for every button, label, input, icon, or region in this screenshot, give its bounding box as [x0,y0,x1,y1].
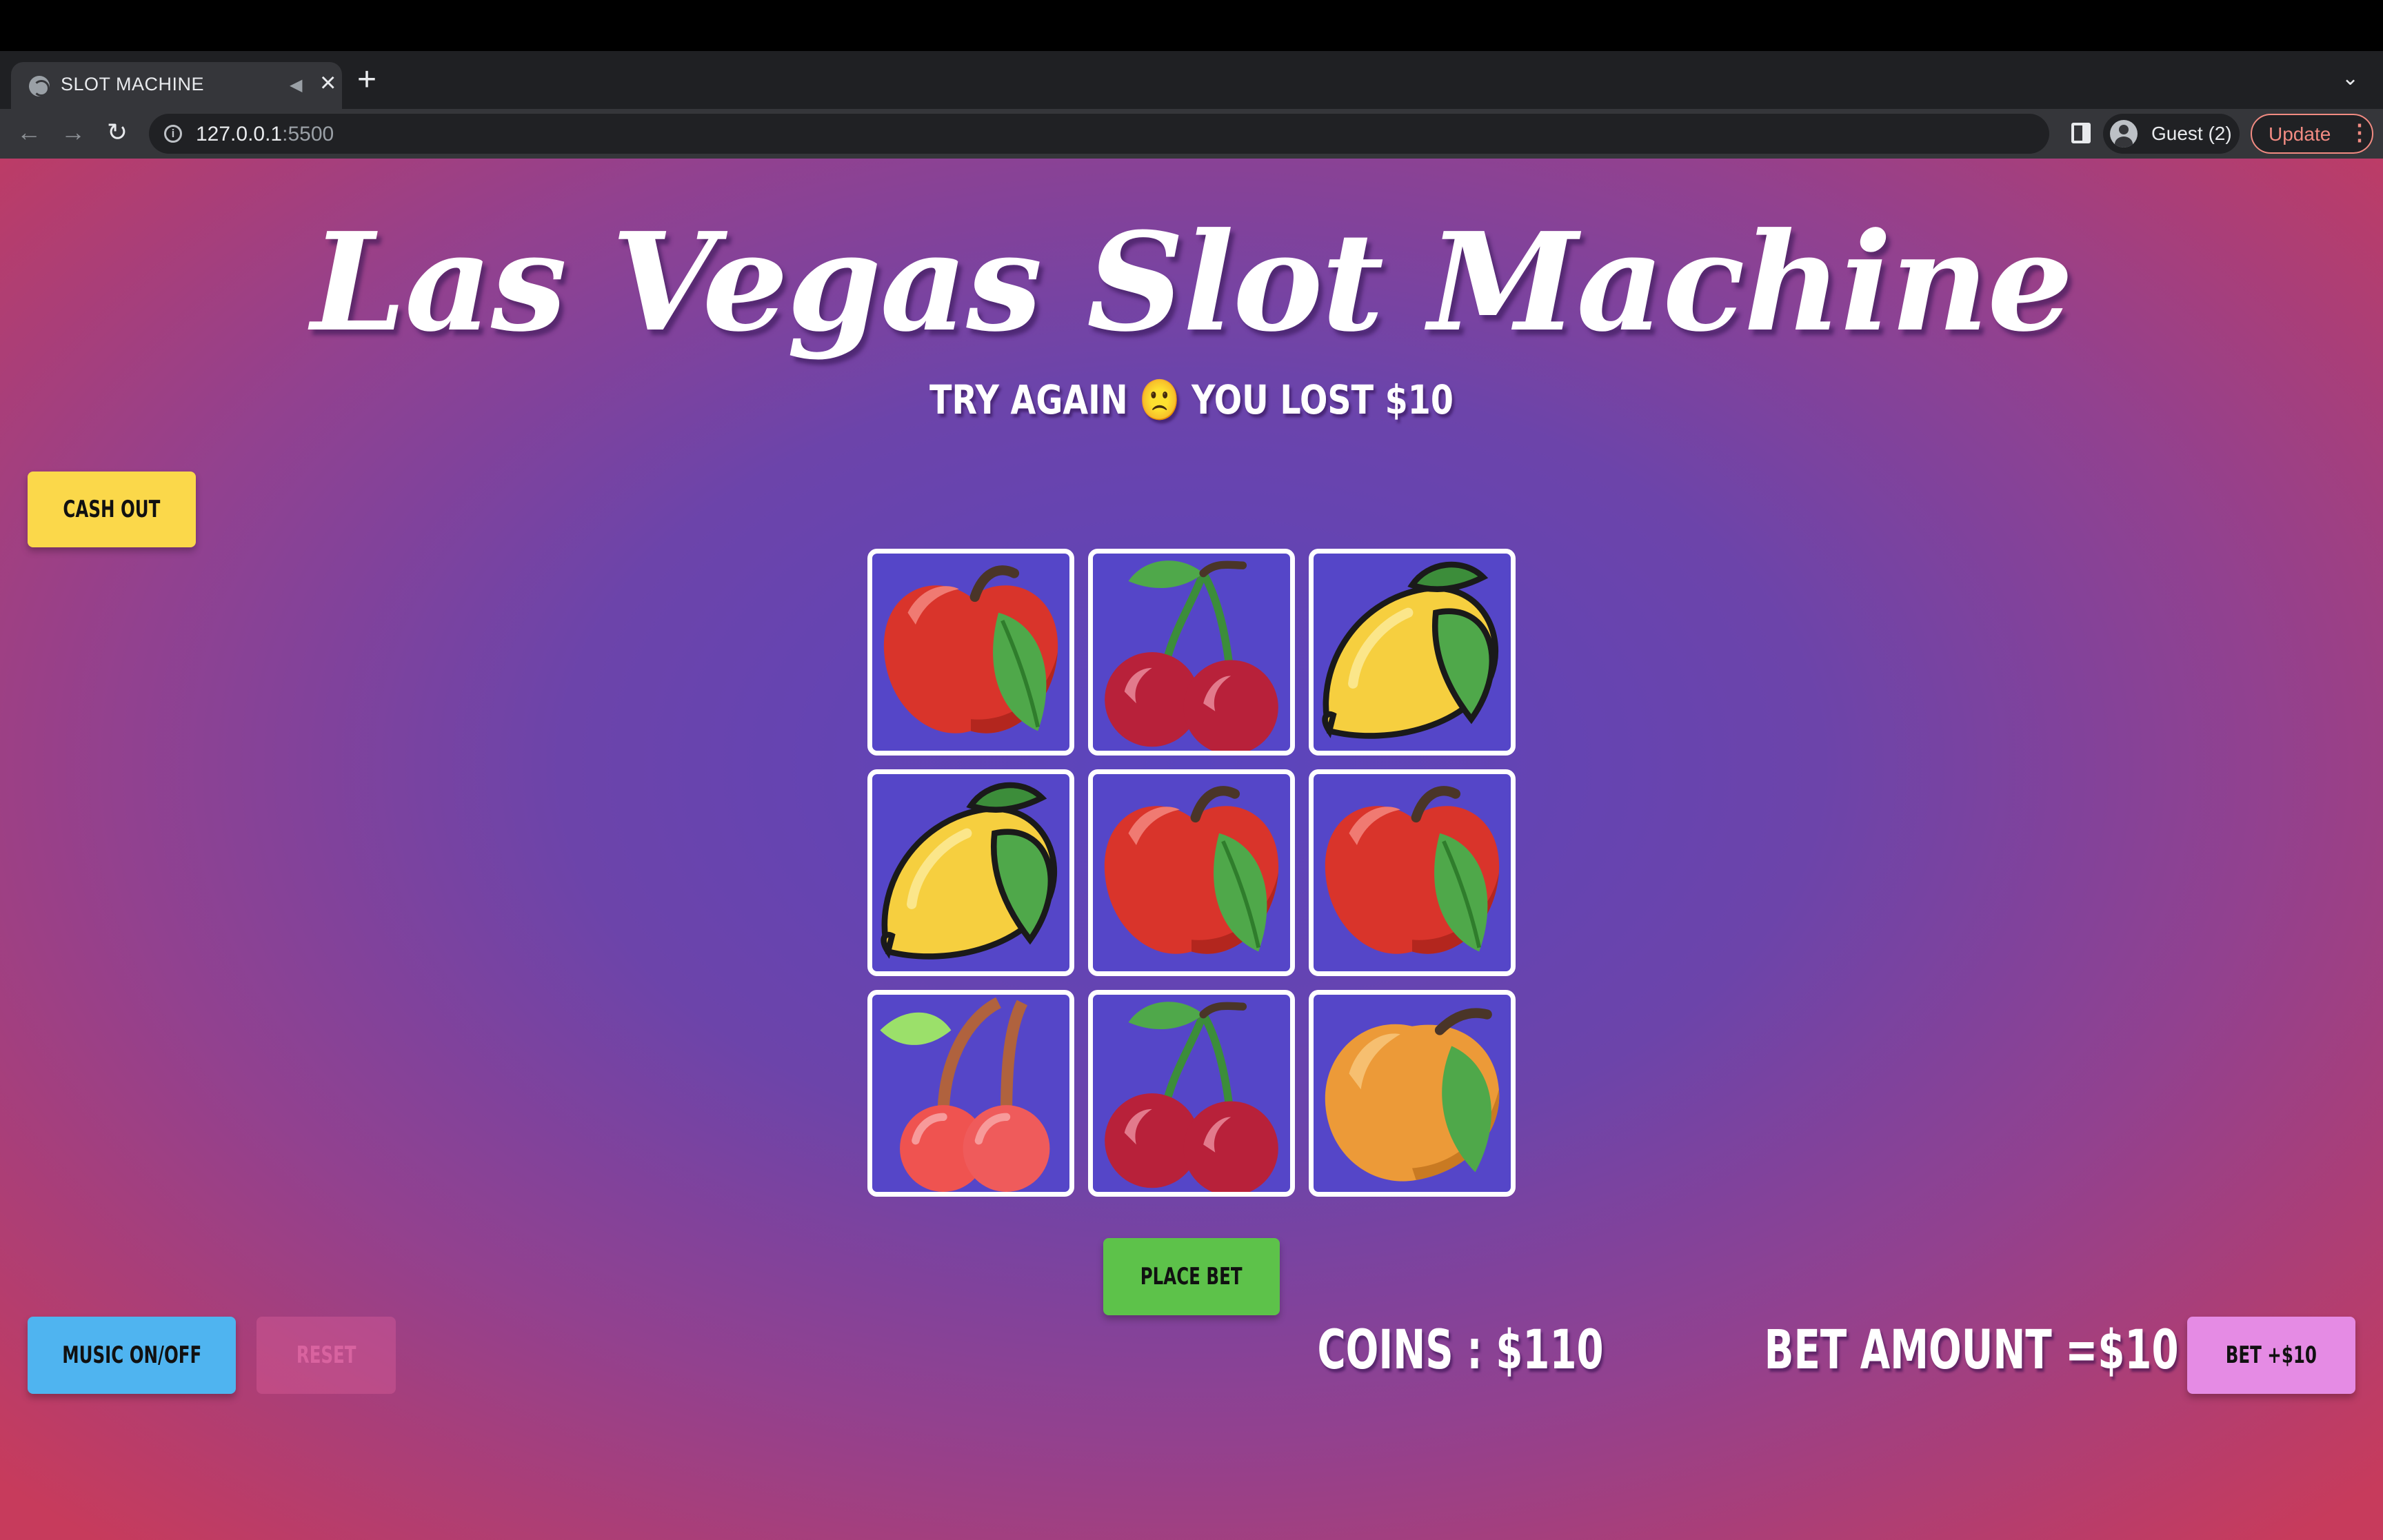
bet-amount: BET AMOUNT =$10 [1764,1319,2179,1381]
chevron-down-icon[interactable]: ⌄ [2342,66,2359,90]
lemon-icon [1314,554,1511,751]
forward-arrow-icon[interactable]: → [57,116,90,149]
reel-cell [1309,549,1516,756]
coins-balance: COINS : $110 [1317,1319,1604,1381]
page-viewport: Las Vegas Slot Machine TRY AGAIN 🙁 YOU L… [0,159,2383,1540]
cash-out-button[interactable]: CASH OUT [28,472,196,547]
update-button[interactable]: Update ⋮ [2251,114,2373,154]
url-host: 127.0.0.1 [196,123,283,145]
reel-cell [867,769,1074,976]
reset-button[interactable]: RESET [257,1317,396,1394]
back-arrow-icon[interactable]: ← [12,116,46,149]
apple-icon [872,554,1069,751]
orange-icon [1314,995,1511,1192]
cash-out-label: CASH OUT [63,496,161,523]
url-text: 127.0.0.1:5500 [196,123,334,146]
cherries-icon [1093,554,1290,751]
new-tab-button[interactable]: + [357,63,376,97]
stats-display: COINS : $110 BET AMOUNT =$10 [1317,1313,2179,1388]
bet-increase-button[interactable]: BET +$10 [2187,1317,2355,1394]
speaker-muted-icon[interactable]: ◀︎ [290,75,302,95]
reload-icon[interactable]: ↻ [101,116,134,149]
url-port: :5500 [282,123,334,145]
apple-icon [1093,774,1290,971]
reel-cell [867,549,1074,756]
music-label: MUSIC ON/OFF [62,1341,201,1369]
info-icon[interactable]: i [164,125,182,143]
place-bet-label: PLACE BET [1140,1263,1243,1290]
more-vert-icon[interactable]: ⋮ [2349,119,2371,145]
reel-cell [1088,549,1295,756]
place-bet-button[interactable]: PLACE BET [1103,1238,1280,1315]
cherry-icon [872,995,1069,1192]
reel-cell [1309,769,1516,976]
lemon-icon [872,774,1069,971]
globe-icon [29,76,50,97]
avatar-icon [2110,120,2138,148]
profile-label: Guest (2) [2151,123,2232,144]
tab-slot-machine[interactable]: SLOT MACHINE ◀︎ × [11,62,342,109]
reel-grid [867,549,1516,1197]
status-message: TRY AGAIN 🙁 YOU LOST $10 [929,376,1454,423]
browser-toolbar: ← → ↻ i 127.0.0.1:5500 Guest (2) Update … [0,109,2383,159]
update-label: Update [2269,123,2331,145]
bet-increase-label: BET +$10 [2225,1341,2317,1369]
cherries-icon [1093,995,1290,1192]
apple-icon [1314,774,1511,971]
profile-button[interactable]: Guest (2) [2103,114,2240,154]
tab-strip: SLOT MACHINE ◀︎ × + ⌄ [0,51,2383,109]
music-toggle-button[interactable]: MUSIC ON/OFF [28,1317,236,1394]
page-title: Las Vegas Slot Machine [311,203,2073,362]
close-icon[interactable]: × [320,69,336,97]
reset-label: RESET [296,1341,356,1369]
address-bar[interactable]: i 127.0.0.1:5500 [149,114,2049,154]
reel-cell [1309,990,1516,1197]
reel-cell [1088,769,1295,976]
window-titlebar [0,0,2383,51]
reel-cell [867,990,1074,1197]
reel-cell [1088,990,1295,1197]
tab-title: SLOT MACHINE [61,74,205,94]
side-panel-icon[interactable] [2071,123,2091,143]
